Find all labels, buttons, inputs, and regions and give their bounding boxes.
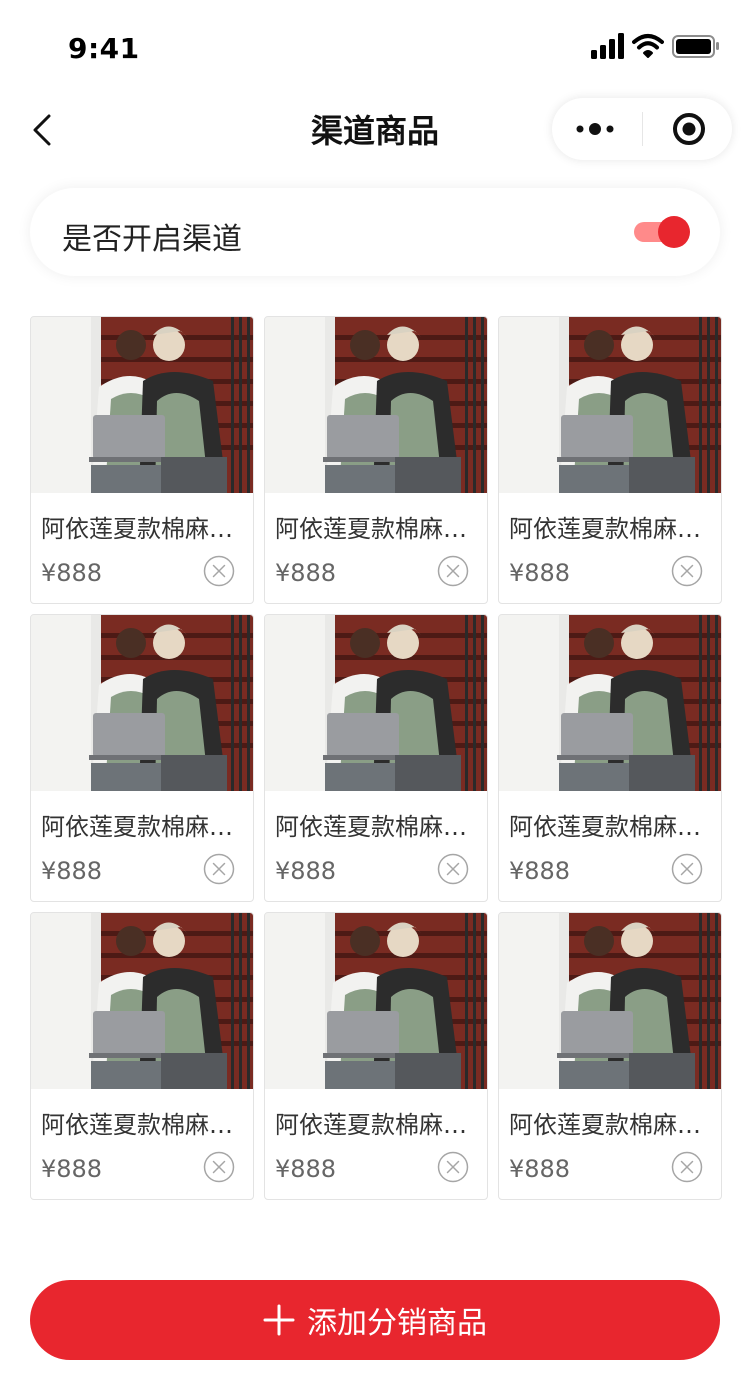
product-name: 阿依莲夏款棉麻… xyxy=(509,813,701,841)
product-name: 阿依莲夏款棉麻… xyxy=(275,813,467,841)
product-name: 阿依莲夏款棉麻… xyxy=(275,515,467,543)
product-card[interactable]: 阿依莲夏款棉麻… ¥888 xyxy=(264,912,488,1200)
product-price: ¥888 xyxy=(41,1155,103,1183)
product-image xyxy=(265,317,487,493)
product-card[interactable]: 阿依莲夏款棉麻… ¥888 xyxy=(264,316,488,604)
product-card[interactable]: 阿依莲夏款棉麻… ¥888 xyxy=(30,912,254,1200)
capsule-divider xyxy=(642,112,643,146)
close-mini-program-button[interactable] xyxy=(646,98,732,160)
target-icon xyxy=(673,113,705,145)
product-card[interactable]: 阿依莲夏款棉麻… ¥888 xyxy=(498,614,722,902)
more-dots-icon xyxy=(576,123,614,135)
product-price: ¥888 xyxy=(509,1155,571,1183)
remove-product-button[interactable] xyxy=(671,1151,703,1183)
product-card[interactable]: 阿依莲夏款棉麻… ¥888 xyxy=(30,614,254,902)
product-price: ¥888 xyxy=(509,559,571,587)
remove-product-button[interactable] xyxy=(437,1151,469,1183)
product-image xyxy=(31,913,253,1089)
add-distribution-product-button[interactable]: 添加分销商品 xyxy=(30,1280,720,1360)
back-button[interactable] xyxy=(20,98,64,162)
remove-product-button[interactable] xyxy=(437,555,469,587)
product-name: 阿依莲夏款棉麻… xyxy=(41,515,233,543)
product-grid: 阿依莲夏款棉麻… ¥888 阿依莲夏款棉麻… ¥888 阿依莲夏款棉麻… ¥88… xyxy=(30,316,722,1200)
product-image xyxy=(499,317,721,493)
switch-knob xyxy=(658,216,690,248)
product-name: 阿依莲夏款棉麻… xyxy=(509,515,701,543)
product-name: 阿依莲夏款棉麻… xyxy=(41,1111,233,1139)
plus-icon xyxy=(263,1304,295,1336)
status-bar: 9:41 xyxy=(0,0,750,88)
page-title: 渠道商品 xyxy=(310,112,439,150)
product-image xyxy=(499,913,721,1089)
remove-product-button[interactable] xyxy=(203,853,235,885)
product-price: ¥888 xyxy=(509,857,571,885)
product-price: ¥888 xyxy=(41,857,103,885)
channel-switch[interactable] xyxy=(634,216,690,248)
remove-product-button[interactable] xyxy=(437,853,469,885)
battery-icon xyxy=(672,35,719,58)
product-card[interactable]: 阿依莲夏款棉麻… ¥888 xyxy=(498,912,722,1200)
product-name: 阿依莲夏款棉麻… xyxy=(275,1111,467,1139)
more-button[interactable] xyxy=(552,98,638,160)
add-button-label: 添加分销商品 xyxy=(307,1306,487,1341)
product-price: ¥888 xyxy=(275,559,337,587)
product-card[interactable]: 阿依莲夏款棉麻… ¥888 xyxy=(264,614,488,902)
product-name: 阿依莲夏款棉麻… xyxy=(509,1111,701,1139)
signal-icon xyxy=(591,33,624,59)
channel-toggle-label: 是否开启渠道 xyxy=(62,222,242,257)
product-image xyxy=(31,615,253,791)
product-image xyxy=(499,615,721,791)
remove-product-button[interactable] xyxy=(671,555,703,587)
remove-product-button[interactable] xyxy=(203,1151,235,1183)
nav-bar: 渠道商品 xyxy=(0,88,750,172)
chevron-left-icon xyxy=(33,114,51,146)
channel-toggle-card: 是否开启渠道 xyxy=(30,188,720,276)
product-card[interactable]: 阿依莲夏款棉麻… ¥888 xyxy=(498,316,722,604)
product-price: ¥888 xyxy=(275,857,337,885)
product-image xyxy=(265,615,487,791)
product-price: ¥888 xyxy=(41,559,103,587)
product-name: 阿依莲夏款棉麻… xyxy=(41,813,233,841)
remove-product-button[interactable] xyxy=(671,853,703,885)
remove-product-button[interactable] xyxy=(203,555,235,587)
status-time: 9:41 xyxy=(68,32,140,65)
product-card[interactable]: 阿依莲夏款棉麻… ¥888 xyxy=(30,316,254,604)
product-price: ¥888 xyxy=(275,1155,337,1183)
wifi-icon xyxy=(632,34,664,58)
product-image xyxy=(265,913,487,1089)
mini-program-capsule xyxy=(552,98,732,160)
product-image xyxy=(31,317,253,493)
